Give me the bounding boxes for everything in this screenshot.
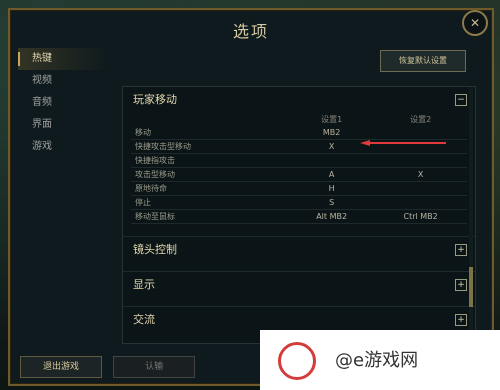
key-binding-2[interactable] xyxy=(374,154,467,168)
sidebar-item-label: 视频 xyxy=(32,75,52,86)
section-title: 玩家移动 xyxy=(133,93,177,106)
expand-icon[interactable]: + xyxy=(455,314,467,326)
section-header-camera[interactable]: 镜头控制 + xyxy=(123,236,475,263)
window-title: 选项 xyxy=(232,22,269,41)
section-title: 交流 xyxy=(133,313,155,326)
table-row: 移动 MB2 xyxy=(131,126,467,140)
row-label: 快捷指攻击 xyxy=(135,156,175,165)
table-row: 原地待命 H xyxy=(131,182,467,196)
column-header-action xyxy=(131,113,289,126)
sidebar-item-interface[interactable]: 界面 xyxy=(18,114,108,136)
watermark-logo-icon xyxy=(278,342,316,380)
key-binding-2[interactable]: Ctrl MB2 xyxy=(374,210,467,224)
table-row: 攻击型移动 A X xyxy=(131,168,467,182)
key-binding-1[interactable]: A xyxy=(289,168,374,182)
sidebar-item-video[interactable]: 视频 xyxy=(18,70,108,92)
watermark-panel: @e游戏网 xyxy=(260,330,500,390)
sidebar-item-hotkeys[interactable]: 热键 xyxy=(18,48,108,70)
watermark-text: @e游戏网 xyxy=(335,350,419,371)
section-header-movement[interactable]: 玩家移动 − xyxy=(123,87,475,113)
close-icon[interactable]: ✕ xyxy=(462,10,488,36)
key-binding-2[interactable] xyxy=(374,182,467,196)
sidebar: 热键 视频 音频 界面 游戏 xyxy=(18,48,108,158)
section-title: 显示 xyxy=(133,278,155,291)
table-row: 快捷指攻击 xyxy=(131,154,467,168)
key-binding-1[interactable]: Alt MB2 xyxy=(289,210,374,224)
key-binding-2[interactable] xyxy=(374,196,467,210)
expand-icon[interactable]: + xyxy=(455,244,467,256)
settings-panel: 玩家移动 − 设置1 设置2 移动 MB2 快捷攻击型移动 X 快捷指攻击 攻击… xyxy=(122,86,476,344)
scroll-thumb[interactable] xyxy=(469,267,473,307)
sidebar-item-label: 游戏 xyxy=(32,141,52,152)
sidebar-item-label: 界面 xyxy=(32,119,52,130)
scrollbar[interactable] xyxy=(469,87,473,343)
table-row: 停止 S xyxy=(131,196,467,210)
restore-defaults-button[interactable]: 恢复默认设置 xyxy=(380,50,466,72)
key-binding-1[interactable] xyxy=(289,154,374,168)
row-label: 停止 xyxy=(135,198,151,207)
sidebar-item-audio[interactable]: 音频 xyxy=(18,92,108,114)
row-label: 原地待命 xyxy=(135,184,167,193)
key-binding-1[interactable]: S xyxy=(289,196,374,210)
collapse-icon[interactable]: − xyxy=(455,94,467,106)
hotkey-table: 设置1 设置2 移动 MB2 快捷攻击型移动 X 快捷指攻击 攻击型移动 A X… xyxy=(131,113,467,224)
section-header-display[interactable]: 显示 + xyxy=(123,271,475,298)
expand-icon[interactable]: + xyxy=(455,279,467,291)
sidebar-item-label: 热键 xyxy=(32,53,52,64)
column-header-setting1: 设置1 xyxy=(321,115,343,124)
row-label: 攻击型移动 xyxy=(135,170,175,179)
table-row: 移动至鼠标 Alt MB2 Ctrl MB2 xyxy=(131,210,467,224)
sidebar-item-label: 音频 xyxy=(32,97,52,108)
row-label: 快捷攻击型移动 xyxy=(135,142,191,151)
key-binding-1[interactable]: H xyxy=(289,182,374,196)
surrender-button[interactable]: 认输 xyxy=(113,356,196,378)
section-header-chat[interactable]: 交流 + xyxy=(123,306,475,333)
key-binding-2[interactable] xyxy=(374,126,467,140)
key-binding-1[interactable]: MB2 xyxy=(289,126,374,140)
footer-buttons: 退出游戏 认输 xyxy=(20,354,201,378)
exit-game-button[interactable]: 退出游戏 xyxy=(20,356,102,378)
section-title: 镜头控制 xyxy=(133,243,177,256)
red-arrow-annotation xyxy=(360,140,446,146)
row-label: 移动至鼠标 xyxy=(135,212,175,221)
key-binding-2[interactable]: X xyxy=(374,168,467,182)
column-header-setting2: 设置2 xyxy=(410,115,432,124)
row-label: 移动 xyxy=(135,128,151,137)
sidebar-item-game[interactable]: 游戏 xyxy=(18,136,108,158)
